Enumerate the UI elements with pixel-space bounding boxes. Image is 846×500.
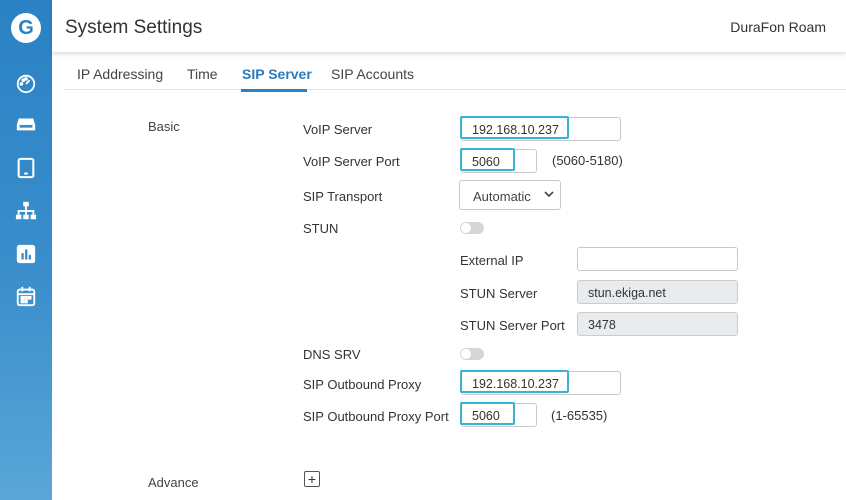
voip-server-port-range: (5060-5180) bbox=[552, 153, 623, 168]
stun-server-port-label: STUN Server Port bbox=[460, 318, 565, 333]
voip-server-label: VoIP Server bbox=[303, 122, 373, 137]
sip-transport-select[interactable]: Automatic bbox=[459, 180, 561, 210]
page-title: System Settings bbox=[65, 17, 203, 38]
voip-server-port-label: VoIP Server Port bbox=[303, 154, 400, 169]
advance-expand-button[interactable]: + bbox=[304, 471, 320, 487]
chevron-down-icon bbox=[544, 187, 554, 204]
active-tab-indicator bbox=[241, 89, 307, 92]
external-ip-label: External IP bbox=[460, 253, 524, 268]
tablet-icon[interactable] bbox=[14, 156, 38, 180]
section-advance-label: Advance bbox=[148, 475, 199, 490]
dashboard-icon[interactable] bbox=[14, 71, 38, 95]
chart-icon[interactable] bbox=[14, 242, 38, 266]
stun-server-port-input: 3478 bbox=[577, 312, 738, 336]
sip-outbound-proxy-highlight bbox=[460, 370, 569, 393]
sip-outbound-proxy-port-label: SIP Outbound Proxy Port bbox=[303, 409, 449, 424]
app-logo[interactable]: G bbox=[11, 13, 41, 43]
sip-transport-value: Automatic bbox=[473, 189, 531, 204]
tab-sip-accounts[interactable]: SIP Accounts bbox=[331, 66, 414, 82]
sip-outbound-proxy-port-range: (1-65535) bbox=[551, 408, 608, 423]
voip-server-highlight bbox=[460, 116, 569, 139]
settings-tabs: IP Addressing Time SIP Server SIP Accoun… bbox=[64, 52, 846, 90]
stun-toggle-knob bbox=[461, 223, 471, 233]
sip-transport-label: SIP Transport bbox=[303, 189, 383, 204]
tab-sip-server[interactable]: SIP Server bbox=[242, 66, 312, 82]
external-ip-input[interactable] bbox=[577, 247, 738, 271]
inbox-icon[interactable] bbox=[14, 112, 38, 136]
section-basic-label: Basic bbox=[148, 119, 180, 134]
tab-ip-addressing[interactable]: IP Addressing bbox=[77, 66, 163, 82]
stun-server-input: stun.ekiga.net bbox=[577, 280, 738, 304]
tab-time[interactable]: Time bbox=[187, 66, 218, 82]
stun-toggle[interactable] bbox=[460, 222, 484, 234]
device-name: DuraFon Roam bbox=[730, 19, 826, 35]
stun-server-port-value: 3478 bbox=[588, 318, 616, 332]
sip-outbound-proxy-label: SIP Outbound Proxy bbox=[303, 377, 422, 392]
header: System Settings DuraFon Roam bbox=[52, 0, 846, 52]
network-icon[interactable] bbox=[14, 199, 38, 223]
dns-srv-toggle[interactable] bbox=[460, 348, 484, 360]
stun-label: STUN bbox=[303, 221, 339, 236]
stun-server-value: stun.ekiga.net bbox=[588, 286, 666, 300]
plus-icon: + bbox=[307, 471, 317, 487]
stun-server-label: STUN Server bbox=[460, 286, 538, 301]
sidebar: G bbox=[0, 0, 52, 500]
sip-outbound-proxy-port-highlight bbox=[460, 402, 515, 425]
calendar-icon[interactable] bbox=[14, 284, 38, 308]
voip-server-port-highlight bbox=[460, 148, 515, 171]
dns-srv-label: DNS SRV bbox=[303, 347, 361, 362]
dns-srv-toggle-knob bbox=[461, 349, 471, 359]
